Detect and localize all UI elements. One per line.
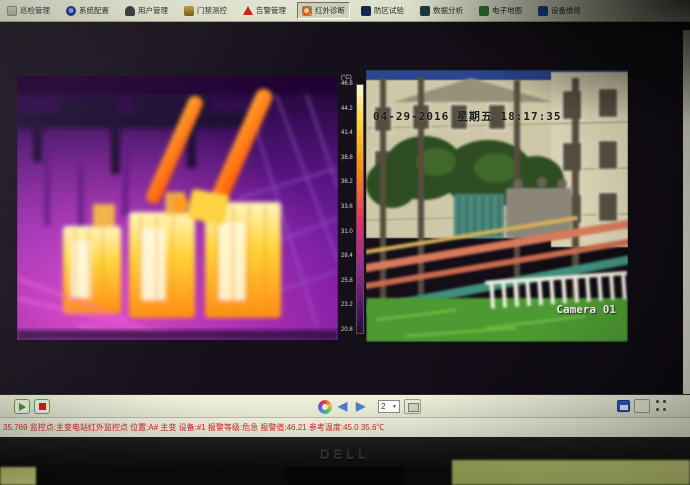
alarm-status-text: 35.769 监控点:主变电站红外监控点 位置:A# 主变 设备:#1 报警等级…: [3, 422, 384, 433]
tick-label: 44.2: [341, 106, 353, 112]
stop-icon: [39, 403, 46, 410]
toolbar-item-label: 红外诊断: [315, 5, 345, 16]
tick-label: 41.4: [341, 130, 353, 136]
next-button[interactable]: ▶: [356, 400, 365, 413]
user-icon: [125, 6, 135, 16]
toolbar-item-label: 数据分析: [433, 5, 463, 16]
toolbar-item-label: 告警管理: [256, 5, 286, 16]
camera-video-panel[interactable]: 04-29-2016 星期五 18:17:35 Camera 01: [366, 70, 628, 342]
monitor-stand: [285, 467, 405, 485]
thermal-image-panel[interactable]: [17, 76, 338, 340]
toolbar-item-inspection[interactable]: 巡检管理: [2, 2, 55, 19]
tick-label: 23.2: [341, 302, 353, 308]
map-icon: [479, 6, 489, 16]
camera-datetime-overlay: 04-29-2016 星期五 18:17:35: [373, 108, 561, 124]
content-area: (°C) 46.8 44.2 41.4 38.8 36.2 33.6 31.0 …: [0, 22, 690, 394]
toolbar-item-infrared-diagnosis[interactable]: 红外诊断: [297, 2, 350, 19]
tick-label: 31.0: [341, 229, 353, 235]
play-icon: [19, 403, 26, 411]
tick-label: 36.2: [341, 179, 353, 185]
toolbar-item-user-management[interactable]: 用户管理: [120, 2, 173, 19]
main-toolbar: 巡检管理 系统配置 用户管理 门禁测控 告警管理 红外诊断: [0, 0, 690, 22]
shield-icon: [361, 6, 371, 16]
door-icon: [184, 6, 194, 16]
toolbar-item-label: 系统配置: [79, 5, 109, 16]
previous-button[interactable]: ◀: [338, 400, 347, 413]
toolbar-item-equipment-maintenance[interactable]: 设备维修: [533, 2, 586, 19]
view-layout-button[interactable]: [404, 399, 421, 414]
toolbar-item-alarm-management[interactable]: 告警管理: [238, 2, 291, 19]
clipboard-icon: [7, 6, 17, 16]
toolbar-item-label: 防区试验: [374, 5, 404, 16]
alarm-status-bar: 35.769 监控点:主变电站红外监控点 位置:A# 主变 设备:#1 报警等级…: [0, 417, 690, 437]
temperature-tick-labels: 46.8 44.2 41.4 38.8 36.2 33.6 31.0 28.4 …: [341, 81, 353, 333]
gear-icon: [66, 6, 76, 16]
tick-label: 20.8: [341, 327, 353, 333]
toolbar-item-label: 用户管理: [138, 5, 168, 16]
chart-icon: [420, 6, 430, 16]
toolbar-item-label: 巡检管理: [20, 5, 50, 16]
playback-toolbar: ◀ ▶ 2 ▼: [0, 394, 690, 417]
toolbar-item-label: 门禁测控: [197, 5, 227, 16]
temperature-gradient-bar: [356, 84, 364, 334]
desk-background-right: [452, 460, 690, 485]
thermal-image: [17, 76, 338, 340]
camera-name-overlay: Camera 01: [556, 303, 616, 316]
palette-color-wheel-icon[interactable]: [318, 400, 332, 414]
application-window: 巡检管理 系统配置 用户管理 门禁测控 告警管理 红外诊断: [0, 0, 690, 437]
window-monitor-icon[interactable]: [617, 400, 630, 412]
play-button[interactable]: [14, 399, 30, 414]
toolbar-item-label: 设备维修: [551, 5, 581, 16]
toolbar-item-access-control[interactable]: 门禁测控: [179, 2, 232, 19]
infrared-icon: [302, 6, 312, 16]
panel-toggle-button[interactable]: [634, 399, 650, 413]
temperature-scale: (°C) 46.8 44.2 41.4 38.8 36.2 33.6 31.0 …: [341, 76, 366, 340]
tick-label: 28.4: [341, 253, 353, 259]
tick-label: 46.8: [341, 81, 353, 87]
zoom-level-dropdown[interactable]: 2 ▼: [378, 400, 400, 413]
desk-background-left: [0, 467, 36, 485]
toolbar-item-label: 电子地图: [492, 5, 522, 16]
toolbar-item-electronic-map[interactable]: 电子地图: [474, 2, 527, 19]
status-dots: [656, 400, 666, 412]
toolbar-item-zone-test[interactable]: 防区试验: [356, 2, 409, 19]
alarm-triangle-icon: [243, 6, 253, 15]
monitor-photo: 巡检管理 系统配置 用户管理 门禁测控 告警管理 红外诊断: [0, 0, 690, 485]
screen-edge-scrollbar[interactable]: [683, 30, 690, 416]
tick-label: 33.6: [341, 204, 353, 210]
book-icon: [538, 6, 548, 16]
toolbar-item-data-analysis[interactable]: 数据分析: [415, 2, 468, 19]
tick-label: 38.8: [341, 155, 353, 161]
chevron-down-icon: ▼: [392, 404, 397, 410]
toolbar-item-system-config[interactable]: 系统配置: [61, 2, 114, 19]
tick-label: 25.8: [341, 278, 353, 284]
stop-button[interactable]: [34, 399, 50, 414]
zoom-level-value: 2: [381, 402, 385, 411]
